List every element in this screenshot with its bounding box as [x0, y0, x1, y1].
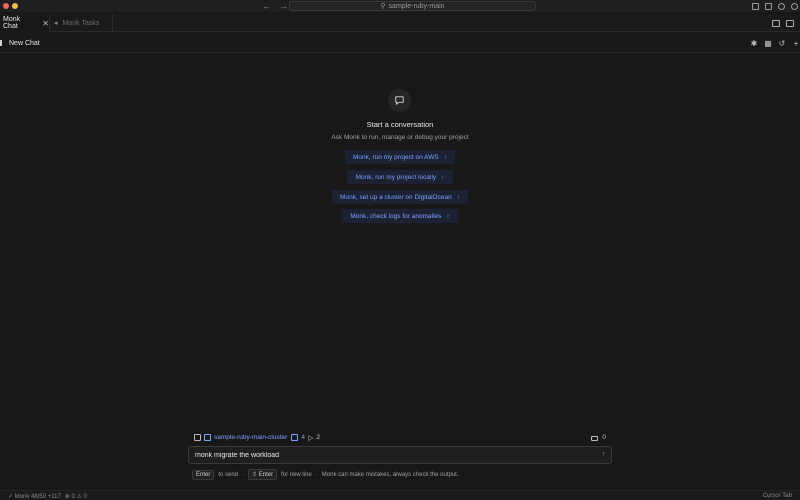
- status-bar: ✓ Monk 48/50 +117 ⊗ 0 ⚠ 0 Cursor Tab: [0, 490, 800, 500]
- suggestion-button[interactable]: Monk, check logs for anomalies ↑: [342, 209, 458, 223]
- enter-key: Enter: [192, 469, 215, 480]
- arrow-up-icon: ↑: [456, 193, 460, 201]
- cluster-icon: [204, 434, 211, 441]
- nav-arrows: ← →: [262, 0, 288, 12]
- page-title: New Chat: [9, 39, 40, 47]
- new-chat-icon[interactable]: +: [792, 39, 800, 48]
- grid-icon[interactable]: ▦: [764, 39, 772, 48]
- context-row: sample-ruby-main-cluster 4 ▷ 2 0: [194, 432, 612, 443]
- suggestion-button[interactable]: Monk, run my project locally ↑: [347, 170, 453, 184]
- tab-label: Monk Chat: [3, 16, 21, 30]
- tabbar-actions: [772, 14, 794, 32]
- suggestion-label: Monk, run my project locally: [355, 173, 437, 181]
- status-left: ✓ Monk 48/50 +117 ⊗ 0 ⚠ 0: [8, 491, 87, 500]
- titlebar-actions: [752, 0, 798, 12]
- close-window-button[interactable]: [3, 3, 9, 9]
- problems-status[interactable]: ⊗ 0 ⚠ 0: [65, 493, 87, 500]
- title-bar: ← → ⚲ sample-ruby-main: [0, 0, 800, 12]
- search-text: sample-ruby-main: [388, 2, 445, 10]
- chat-bubble-icon: [388, 89, 411, 112]
- sidebar-edge-icon: [0, 40, 2, 46]
- bug-icon[interactable]: ✱: [750, 39, 758, 48]
- minimize-window-button[interactable]: [12, 3, 18, 9]
- locks-indicator[interactable]: 0: [591, 432, 606, 443]
- input-hints: Enter to send · ⇧ Enter for new line · M…: [192, 469, 459, 480]
- enter-hint: to send: [218, 471, 239, 478]
- back-arrow-icon[interactable]: ←: [262, 1, 271, 11]
- chat-input[interactable]: [195, 451, 585, 459]
- header-actions: ✱ ▦ ↺ +: [750, 33, 800, 53]
- arrow-up-icon: ↑: [443, 153, 447, 161]
- command-search-box[interactable]: ⚲ sample-ruby-main: [289, 1, 536, 11]
- chat-header: New Chat ✱ ▦ ↺ +: [0, 33, 800, 53]
- history-icon[interactable]: ↺: [778, 39, 786, 48]
- tasks-icon: ◂: [54, 20, 58, 27]
- disclaimer: Monk can make mistakes, always check the…: [321, 471, 459, 478]
- suggestion-label: Monk, check logs for anomalies: [350, 212, 442, 220]
- running-count[interactable]: 2: [316, 434, 320, 441]
- separator: ·: [315, 471, 318, 478]
- header-left: New Chat: [0, 33, 40, 53]
- empty-state-subtitle: Ask Monk to run, manage or debug your pr…: [331, 134, 469, 141]
- toggle-panel-icon[interactable]: [765, 2, 772, 10]
- play-icon: ▷: [307, 434, 314, 442]
- chat-input-box[interactable]: ↑: [188, 446, 612, 464]
- lock-icon: [591, 436, 599, 441]
- locks-count: 0: [602, 434, 606, 441]
- resources-count[interactable]: 4: [301, 434, 305, 441]
- shift-enter-key: ⇧ Enter: [248, 469, 278, 480]
- arrow-up-icon: ↑: [441, 173, 445, 181]
- status-right: Cursor Tab: [763, 491, 792, 500]
- search-icon: ⚲: [380, 3, 386, 10]
- copy-icon[interactable]: [194, 434, 201, 441]
- separator: ·: [242, 471, 245, 478]
- arrow-up-icon: ↑: [446, 212, 450, 220]
- split-editor-icon[interactable]: [772, 19, 780, 27]
- newline-hint: for new line: [281, 471, 312, 478]
- cursor-tab-status[interactable]: Cursor Tab: [763, 493, 792, 499]
- empty-state-title: Start a conversation: [366, 120, 434, 129]
- suggestion-label: Monk, set up a cluster on DigitalOcean: [340, 193, 452, 201]
- tab-monk-chat[interactable]: Monk Chat ✕: [0, 14, 50, 32]
- account-icon[interactable]: [778, 2, 785, 10]
- suggestion-button[interactable]: Monk, set up a cluster on DigitalOcean ↑: [332, 190, 468, 204]
- toggle-sidebar-icon[interactable]: [752, 2, 759, 10]
- suggestion-button[interactable]: Monk, run my project on AWS ↑: [345, 150, 455, 164]
- monk-status[interactable]: ✓ Monk 48/50 +117: [8, 493, 61, 500]
- resources-icon: [291, 434, 299, 441]
- forward-arrow-icon[interactable]: →: [279, 1, 288, 11]
- suggestion-label: Monk, run my project on AWS: [353, 153, 439, 161]
- tab-bar: Monk Chat ✕ ◂ Monk Tasks: [0, 14, 800, 32]
- tab-monk-tasks[interactable]: ◂ Monk Tasks: [50, 14, 113, 32]
- close-icon[interactable]: ✕: [42, 19, 49, 28]
- send-arrow-icon[interactable]: ↑: [602, 451, 606, 458]
- more-actions-icon[interactable]: [786, 19, 794, 27]
- settings-icon[interactable]: [791, 2, 798, 10]
- tab-label: Monk Tasks: [62, 19, 100, 27]
- cluster-link[interactable]: sample-ruby-main-cluster: [214, 434, 287, 441]
